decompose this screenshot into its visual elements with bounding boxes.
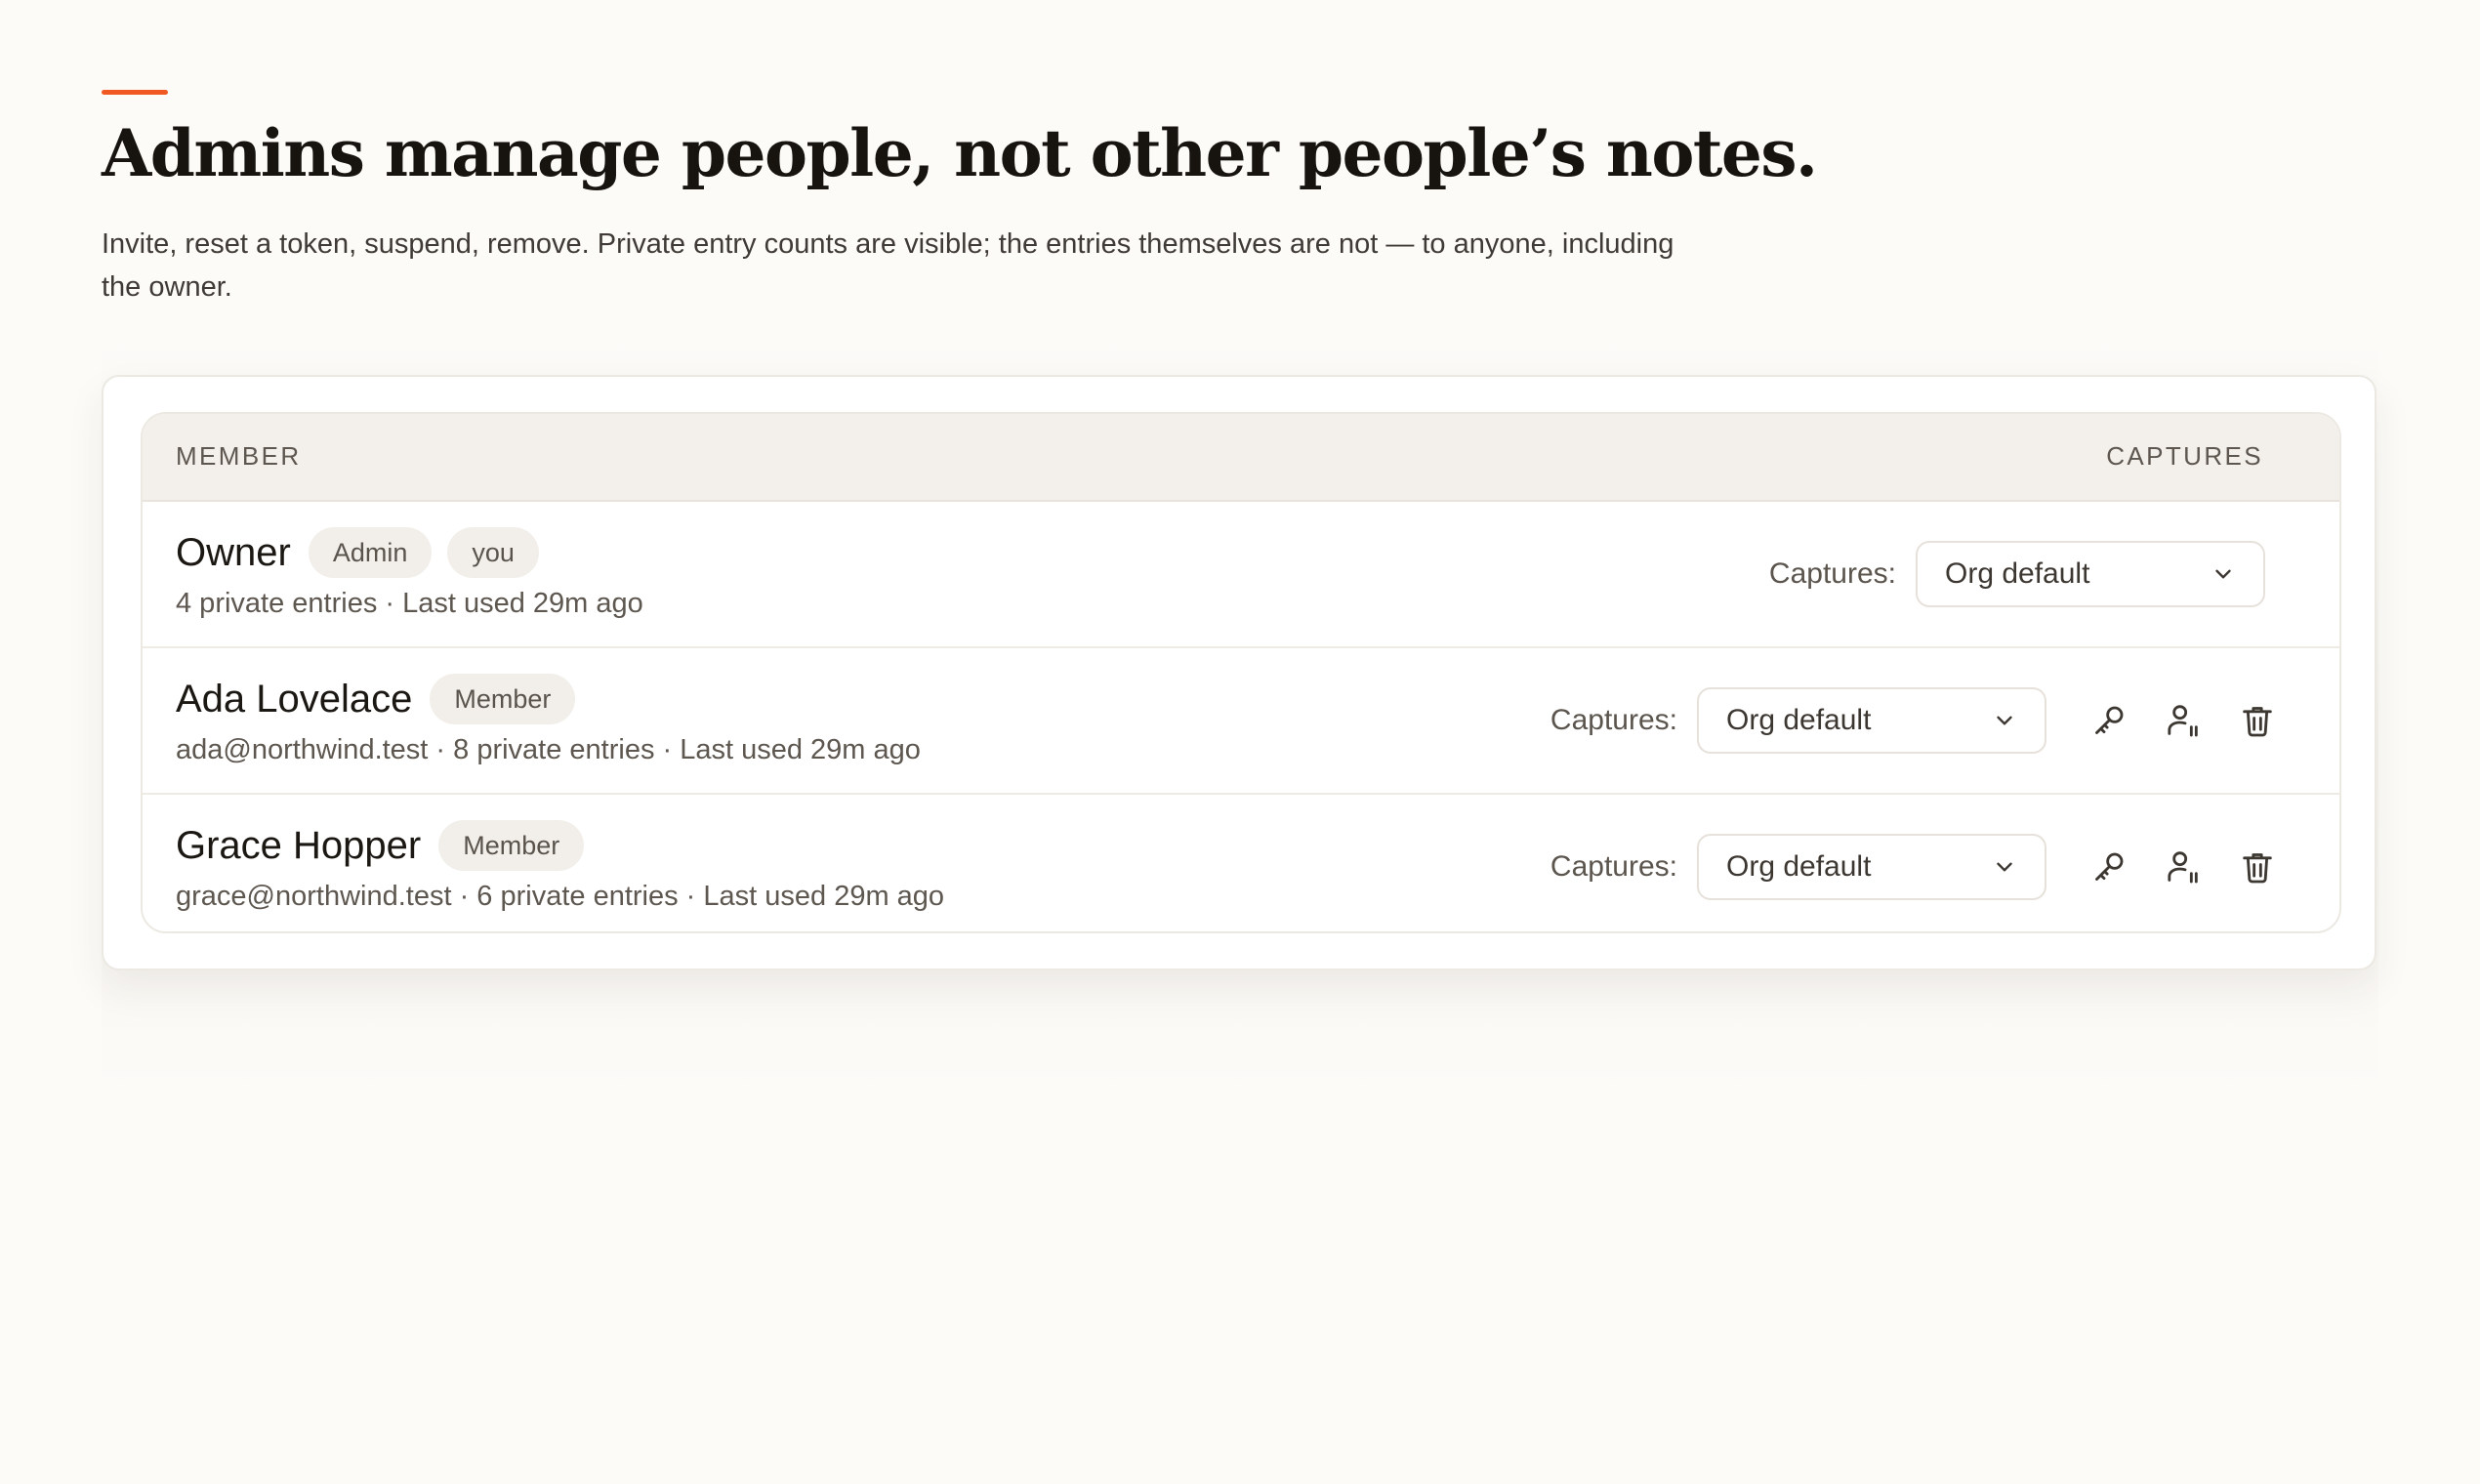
chevron-down-icon <box>1997 862 2012 872</box>
member-name: Ada Lovelace <box>176 678 413 721</box>
column-header-member: MEMBER <box>176 441 302 471</box>
member-name-line: Grace Hopper Member <box>176 820 585 871</box>
captures-select-value: Org default <box>1726 704 1872 736</box>
key-icon <box>2095 852 2124 881</box>
chevron-down-icon <box>1997 716 2012 725</box>
remove-member-button[interactable] <box>2234 697 2281 744</box>
captures-select[interactable]: Org default <box>1697 687 2046 754</box>
table-row-grace-hopper: Grace Hopper Member grace@northwind.test… <box>143 795 2339 931</box>
table-row-owner: Owner Admin you 4 private entries · Last… <box>143 502 2339 648</box>
captures-label: Captures: <box>1550 704 1677 736</box>
you-badge: you <box>447 527 539 578</box>
role-badge: Member <box>438 820 585 871</box>
member-name-line: Ada Lovelace Member <box>176 674 576 724</box>
captures-select-value: Org default <box>1945 557 2090 590</box>
captures-select-value: Org default <box>1726 850 1872 883</box>
member-name: Owner <box>176 531 291 574</box>
role-badge: Member <box>430 674 576 724</box>
members-card: MEMBER CAPTURES Owner Admin you 4 privat… <box>102 375 2377 970</box>
table-row-ada-lovelace: Ada Lovelace Member ada@northwind.test ·… <box>143 648 2339 795</box>
page: Admins manage people, not other people’s… <box>0 0 2480 1484</box>
chevron-down-icon <box>2215 569 2231 579</box>
table-header: MEMBER CAPTURES <box>143 414 2339 502</box>
members-table: MEMBER CAPTURES Owner Admin you 4 privat… <box>141 412 2341 933</box>
column-header-captures: CAPTURES <box>2106 441 2263 471</box>
role-badge: Admin <box>308 527 433 578</box>
member-meta: 4 private entries · Last used 29m ago <box>176 588 643 619</box>
suspend-user-icon <box>2168 851 2198 884</box>
trash-icon <box>2243 707 2272 737</box>
row-controls: Captures: Org default <box>1550 648 2281 793</box>
suspend-button[interactable] <box>2160 697 2207 744</box>
reset-token-button[interactable] <box>2086 697 2132 744</box>
captures-label: Captures: <box>1768 557 1896 590</box>
suspend-button[interactable] <box>2160 844 2207 890</box>
reset-token-button[interactable] <box>2086 844 2132 890</box>
member-name: Grace Hopper <box>176 824 422 867</box>
suspend-user-icon <box>2168 705 2198 737</box>
member-meta: ada@northwind.test · 8 private entries ·… <box>176 734 921 765</box>
member-name-line: Owner Admin you <box>176 527 539 578</box>
captures-select[interactable]: Org default <box>1916 541 2265 607</box>
page-subtitle: Invite, reset a token, suspend, remove. … <box>102 228 1674 303</box>
page-title: Admins manage people, not other people’s… <box>102 115 1818 191</box>
row-controls: Captures: Org default <box>1769 502 2265 646</box>
trash-icon <box>2243 853 2272 884</box>
accent-rule <box>102 90 168 95</box>
remove-member-button[interactable] <box>2234 844 2281 890</box>
row-actions <box>2086 844 2281 890</box>
member-meta: grace@northwind.test · 6 private entries… <box>176 881 945 912</box>
row-actions <box>2086 697 2281 744</box>
key-icon <box>2095 706 2124 734</box>
captures-label: Captures: <box>1550 850 1677 883</box>
row-controls: Captures: Org default <box>1550 795 2281 931</box>
captures-select[interactable]: Org default <box>1697 834 2046 900</box>
